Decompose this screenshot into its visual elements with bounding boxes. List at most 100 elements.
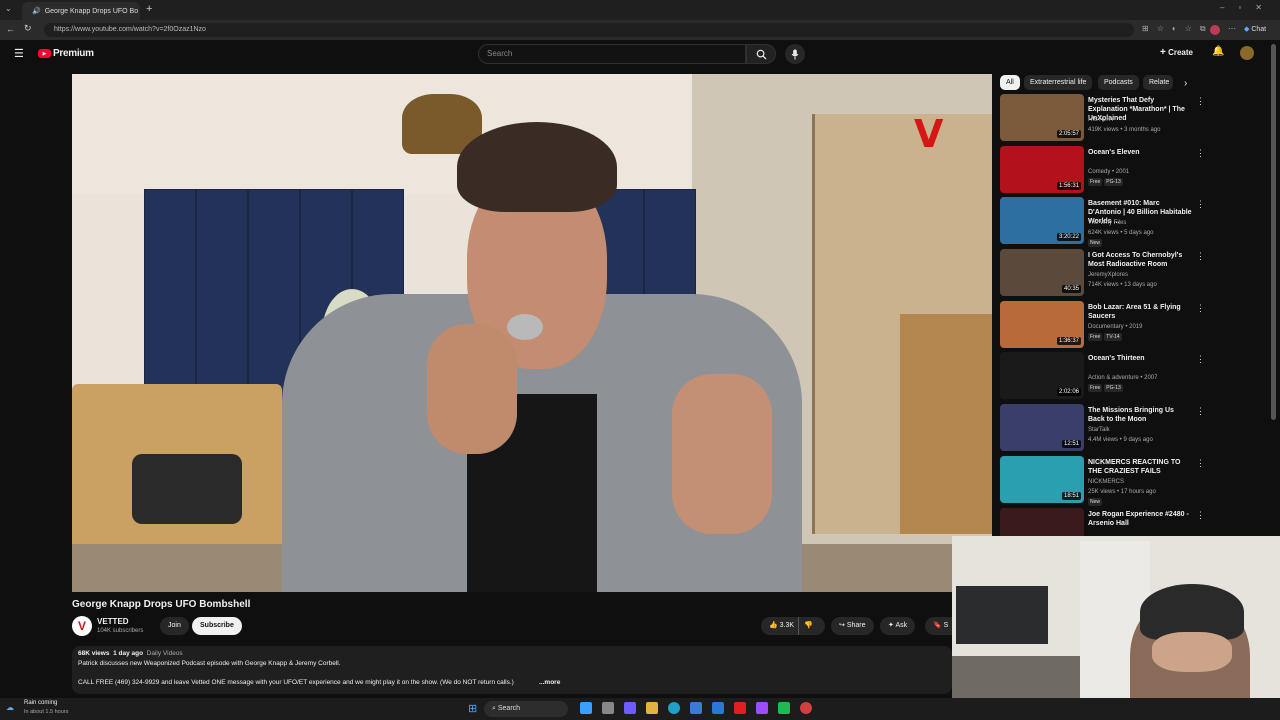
video-person-hand <box>672 374 772 534</box>
url-field[interactable]: https://www.youtube.com/watch?v=2f0Ozaz1… <box>44 23 1134 37</box>
more-actions-icon[interactable]: ⋮ <box>1196 406 1205 417</box>
related-video-title[interactable]: Joe Rogan Experience #2480 - Arsenio Hal… <box>1088 510 1192 528</box>
video-cushion <box>132 454 242 524</box>
video-thumbnail[interactable]: 3:20:22 <box>1000 197 1084 244</box>
related-video-item[interactable]: 40:35 I Got Access To Chernobyl's Most Ra… <box>1000 249 1210 297</box>
related-video-title[interactable]: NICKMERCS REACTING TO THE CRAZIEST FAILS <box>1088 458 1192 476</box>
related-video-title[interactable]: The Missions Bringing Us Back to the Moo… <box>1088 406 1192 424</box>
hamburger-menu-icon[interactable]: ☰ <box>14 47 24 60</box>
chip-podcasts[interactable]: Podcasts <box>1098 75 1139 90</box>
webcam-overlay <box>952 536 1280 720</box>
new-tab-icon[interactable]: + <box>146 3 152 15</box>
more-actions-icon[interactable]: ⋮ <box>1196 303 1205 314</box>
window-controls[interactable]: –▫✕ <box>1220 3 1276 12</box>
chip-related[interactable]: Relate <box>1143 75 1173 90</box>
related-video-item[interactable]: 2:05:57 Mysteries That Defy Explanation *… <box>1000 94 1210 142</box>
channel-avatar[interactable]: V <box>72 616 92 636</box>
weather-title[interactable]: Rain coming <box>24 700 57 706</box>
weather-icon: ☁ <box>6 703 14 712</box>
edge-browser-icon[interactable] <box>668 702 680 714</box>
more-actions-icon[interactable]: ⋮ <box>1196 148 1205 159</box>
channel-name[interactable]: VETTED <box>97 617 129 626</box>
related-video-title[interactable]: I Got Access To Chernobyl's Most Radioac… <box>1088 251 1192 269</box>
browser-tab[interactable]: 🔊 George Knapp Drops UFO Bo ✕ <box>22 2 140 20</box>
video-thumbnail[interactable]: 2:05:57 <box>1000 94 1084 141</box>
related-video-title[interactable]: Ocean's Eleven <box>1088 148 1192 157</box>
video-thumbnail[interactable]: 40:35 <box>1000 249 1084 296</box>
chip-extraterrestrial-life[interactable]: Extraterrestrial life <box>1024 75 1093 90</box>
join-button[interactable]: Join <box>160 617 189 635</box>
video-thumbnail[interactable]: 12:51 <box>1000 404 1084 451</box>
voice-search-button[interactable] <box>785 44 805 64</box>
more-actions-icon[interactable]: ⋮ <box>1196 251 1205 262</box>
thumbs-up-icon: 👍 <box>769 622 778 629</box>
video-player[interactable]: V <box>72 74 992 592</box>
description-line: Patrick discusses new Weaponized Podcast… <box>78 660 341 667</box>
page-scrollbar[interactable] <box>1271 44 1276 420</box>
related-video-title[interactable]: Ocean's Thirteen <box>1088 354 1192 363</box>
video-thumbnail[interactable]: 1:36:37 <box>1000 301 1084 348</box>
ask-button[interactable]: ✦ Ask <box>880 617 916 635</box>
search-icon <box>756 49 767 60</box>
related-video-item[interactable]: 1:36:37 Bob Lazar: Area 51 & Flying Sauce… <box>1000 301 1210 349</box>
create-button[interactable]: + Create <box>1160 47 1193 58</box>
taskbar-app-icon[interactable] <box>800 702 812 714</box>
description-box[interactable]: 68K views 1 day ago Daily Videos Patrick… <box>72 646 952 694</box>
search-input[interactable]: Search <box>478 44 746 64</box>
video-badge: TV-14 <box>1104 333 1122 341</box>
more-menu-icon[interactable]: ⋯ <box>1228 24 1236 33</box>
save-button[interactable]: 🔖 S <box>925 617 952 635</box>
more-actions-icon[interactable]: ⋮ <box>1196 354 1205 365</box>
share-button[interactable]: ↪ Share <box>831 617 874 635</box>
chips-next-icon[interactable]: › <box>1184 78 1187 89</box>
copilot-chat-button[interactable]: ◆ Chat <box>1244 25 1266 33</box>
subscribe-button[interactable]: Subscribe <box>192 617 242 635</box>
video-thumbnail[interactable]: 1:56:31 <box>1000 146 1084 193</box>
dislike-button[interactable]: 👎 <box>798 617 813 635</box>
video-person-hand <box>427 324 517 454</box>
search-icon: ⌕ <box>492 705 496 712</box>
related-video-title[interactable]: Bob Lazar: Area 51 & Flying Saucers <box>1088 303 1192 321</box>
browser-extension-icons[interactable]: ⊞☆◐☆⧉ <box>1142 24 1214 34</box>
related-video-item[interactable]: 1:56:31 Ocean's Eleven Comedy • 2001 Free PG… <box>1000 146 1210 194</box>
more-actions-icon[interactable]: ⋮ <box>1196 96 1205 107</box>
tab-list-icon[interactable]: ⌄ <box>5 4 12 13</box>
taskbar-app-icon[interactable] <box>756 702 768 714</box>
search-button[interactable] <box>746 44 776 64</box>
mail-icon[interactable] <box>712 702 724 714</box>
video-thumbnail[interactable]: 2:02:06 <box>1000 352 1084 399</box>
reload-icon[interactable]: ↻ <box>24 23 32 34</box>
taskbar-app-icon[interactable] <box>580 702 592 714</box>
related-video-item[interactable]: 2:02:06 Ocean's Thirteen Action & adventur… <box>1000 352 1210 400</box>
account-avatar[interactable] <box>1240 46 1254 60</box>
youtube-logo[interactable]: ▶ Premium <box>38 48 94 59</box>
video-duration: 2:05:57 <box>1056 130 1081 138</box>
os-taskbar: ☁ Rain coming In about 1.5 hours ⊞ ⌕ Sea… <box>0 698 1280 720</box>
taskbar-app-icon[interactable] <box>624 702 636 714</box>
browser-tab-bar: ⌄ 🔊 George Knapp Drops UFO Bo ✕ + –▫✕ <box>0 0 1280 20</box>
microphone-icon <box>791 49 799 59</box>
back-icon[interactable]: ← <box>6 24 15 34</box>
browser-address-bar: ← ↻ https://www.youtube.com/watch?v=2f0O… <box>0 20 1280 40</box>
more-actions-icon[interactable]: ⋮ <box>1196 199 1205 210</box>
start-button-icon[interactable]: ⊞ <box>468 702 477 715</box>
show-more-link[interactable]: ...more <box>539 679 560 686</box>
profile-avatar-icon[interactable] <box>1210 25 1220 35</box>
related-video-badges: New <box>1088 498 1192 506</box>
video-thumbnail[interactable]: 18:51 <box>1000 456 1084 503</box>
chip-all[interactable]: All <box>1000 75 1020 90</box>
taskbar-search[interactable]: ⌕ Search <box>484 701 568 717</box>
related-video-item[interactable]: 18:51 NICKMERCS REACTING TO THE CRAZIEST … <box>1000 456 1210 506</box>
more-actions-icon[interactable]: ⋮ <box>1196 458 1205 469</box>
related-video-item[interactable]: 12:51 The Missions Bringing Us Back to th… <box>1000 404 1210 452</box>
file-explorer-icon[interactable] <box>646 702 658 714</box>
store-icon[interactable] <box>690 702 702 714</box>
notifications-bell-icon[interactable]: 🔔 <box>1212 46 1224 57</box>
video-duration: 2:02:06 <box>1056 388 1081 396</box>
like-button[interactable]: 👍 3.3K <box>769 617 794 635</box>
taskbar-app-icon[interactable] <box>602 702 614 714</box>
taskbar-app-icon[interactable] <box>778 702 790 714</box>
youtube-app-icon[interactable] <box>734 702 746 714</box>
more-actions-icon[interactable]: ⋮ <box>1196 510 1205 521</box>
related-video-item[interactable]: 3:20:22 Basement #010: Marc D'Antonio | 4… <box>1000 197 1210 247</box>
